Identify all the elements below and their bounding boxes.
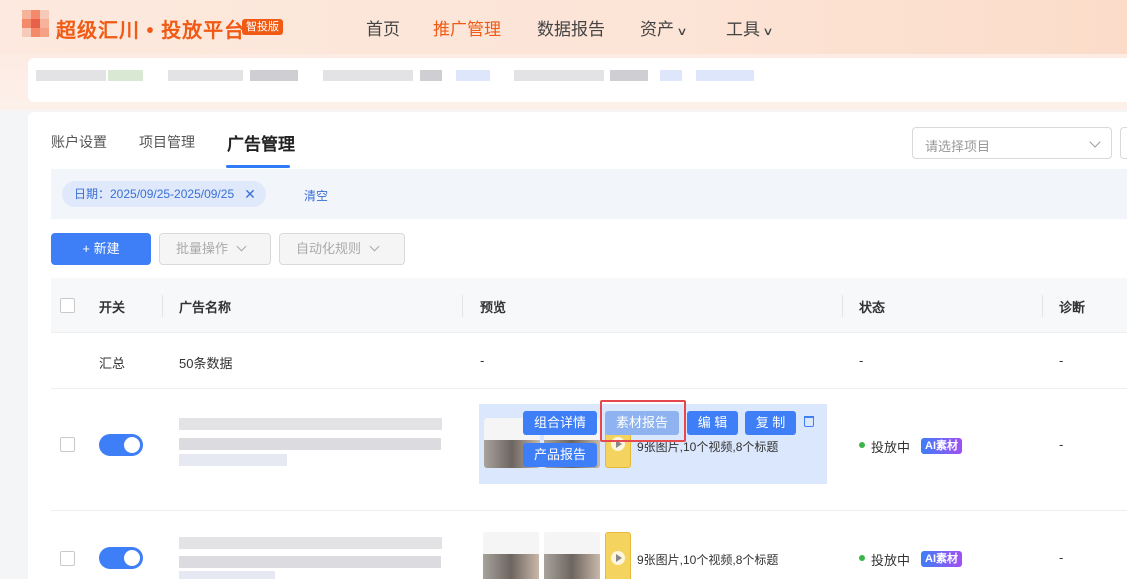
summary-preview: - <box>480 353 485 368</box>
select-all-checkbox[interactable] <box>60 298 75 313</box>
filter-bar: 日期：2025/09/25-2025/09/25 ✕ 清空 <box>51 169 1127 219</box>
play-icon <box>611 551 625 565</box>
redacted-ad-name <box>179 571 275 579</box>
automation-rules-label: 自动化规则 <box>296 241 362 256</box>
tab-ad-management[interactable]: 广告管理 <box>227 130 295 155</box>
redacted-text <box>514 70 604 81</box>
column-divider <box>162 295 163 317</box>
nav-promotion[interactable]: 推广管理 <box>433 15 501 40</box>
tab-account-settings[interactable]: 账户设置 <box>51 132 107 152</box>
column-divider <box>1042 295 1043 317</box>
row-divider <box>51 388 1127 389</box>
material-thumbnail[interactable] <box>544 532 600 579</box>
copy-button[interactable]: 复 制 <box>745 411 796 435</box>
ad-diagnosis: - <box>1059 550 1064 565</box>
summary-status: - <box>859 353 864 368</box>
secondary-select[interactable] <box>1120 127 1127 159</box>
date-filter-label: 日期：2025/09/25-2025/09/25 <box>74 187 235 201</box>
nav-tools[interactable]: 工具 ∨ <box>726 15 774 40</box>
table-header: 开关 广告名称 预览 状态 诊断 <box>51 278 1127 333</box>
row-divider <box>51 510 1127 511</box>
ad-status: 投放中 <box>871 440 911 455</box>
thumbnail-image <box>483 554 539 579</box>
ad-status: 投放中 <box>871 553 911 568</box>
ad-management-card: 账户设置 项目管理 广告管理 请选择项目 日期：2025/09/25-2025/… <box>28 112 1127 579</box>
material-thumbnail[interactable] <box>483 532 539 579</box>
summary-count: 50条数据 <box>179 356 233 371</box>
thumbnail-image <box>544 554 600 579</box>
delete-icon[interactable] <box>804 416 814 427</box>
ai-material-badge: AI素材 <box>921 551 962 567</box>
chevron-down-icon: ∨ <box>676 26 688 38</box>
top-header: 超级汇川 • 投放平台 智投版 首页 推广管理 数据报告 资产 ∨ 工具 ∨ <box>0 0 1127 54</box>
redacted-ad-name <box>179 537 442 549</box>
column-divider <box>842 295 843 317</box>
col-diagnosis: 诊断 <box>1059 300 1086 315</box>
status-dot-icon <box>859 442 865 448</box>
automation-rules-button[interactable]: 自动化规则 <box>279 233 405 265</box>
nav-home[interactable]: 首页 <box>366 15 400 40</box>
close-icon[interactable]: ✕ <box>244 181 256 207</box>
redacted-text <box>660 70 682 81</box>
column-divider <box>462 295 463 317</box>
row-checkbox[interactable] <box>60 437 75 452</box>
video-thumbnail[interactable] <box>605 532 631 579</box>
new-ad-button[interactable]: + 新建 <box>51 233 151 265</box>
logo-icon <box>22 10 50 44</box>
ad-switch-toggle[interactable] <box>99 547 143 569</box>
brand-badge: 智投版 <box>242 19 283 35</box>
redacted-ad-name <box>179 418 442 430</box>
col-status: 状态 <box>859 300 886 315</box>
combo-details-button[interactable]: 组合详情 <box>523 411 597 435</box>
clear-filters-link[interactable]: 清空 <box>304 187 328 204</box>
redacted-text <box>696 70 754 81</box>
redacted-ad-name <box>179 556 441 568</box>
redacted-text <box>108 70 143 81</box>
batch-operation-label: 批量操作 <box>176 241 229 256</box>
nav-reports[interactable]: 数据报告 <box>537 15 605 40</box>
redacted-text <box>610 70 648 81</box>
nav-assets[interactable]: 资产 ∨ <box>640 15 688 40</box>
project-select-placeholder: 请选择项目 <box>925 139 991 154</box>
brand-title: 超级汇川 • 投放平台 <box>56 20 246 42</box>
redacted-text <box>420 70 442 81</box>
redacted-text <box>168 70 243 81</box>
redacted-text <box>456 70 490 81</box>
redacted-ad-name <box>179 454 287 466</box>
ai-material-badge: AI素材 <box>921 438 962 454</box>
redacted-text <box>36 70 106 81</box>
ad-diagnosis: - <box>1059 437 1064 452</box>
batch-operation-button[interactable]: 批量操作 <box>159 233 271 265</box>
nav-tools-label: 工具 <box>726 20 760 39</box>
redacted-ad-name <box>179 438 441 450</box>
thumbnail-image <box>544 532 600 554</box>
row-checkbox[interactable] <box>60 551 75 566</box>
status-dot-icon <box>859 555 865 561</box>
nav-assets-label: 资产 <box>640 20 674 39</box>
date-filter-chip[interactable]: 日期：2025/09/25-2025/09/25 ✕ <box>62 181 266 207</box>
chevron-down-icon: ∨ <box>762 26 774 38</box>
account-info-strip <box>28 58 1127 102</box>
col-switch: 开关 <box>99 300 126 315</box>
project-select[interactable]: 请选择项目 <box>912 127 1112 159</box>
preview-summary: 9张图片,10个视频,8个标题 <box>637 553 779 567</box>
highlight-box <box>600 400 686 442</box>
active-tab-indicator <box>226 165 290 168</box>
summary-diagnosis: - <box>1059 353 1064 368</box>
tab-project-management[interactable]: 项目管理 <box>139 132 195 152</box>
chevron-down-icon <box>1089 136 1101 148</box>
chevron-down-icon <box>369 241 380 252</box>
product-report-button[interactable]: 产品报告 <box>523 443 597 467</box>
redacted-text <box>323 70 413 81</box>
summary-label: 汇总 <box>99 356 126 371</box>
ad-switch-toggle[interactable] <box>99 434 143 456</box>
thumbnail-image <box>483 532 539 554</box>
col-preview: 预览 <box>480 300 507 315</box>
redacted-text <box>250 70 298 81</box>
edit-button[interactable]: 编 辑 <box>687 411 738 435</box>
col-ad-name: 广告名称 <box>179 300 232 315</box>
chevron-down-icon <box>236 241 247 252</box>
